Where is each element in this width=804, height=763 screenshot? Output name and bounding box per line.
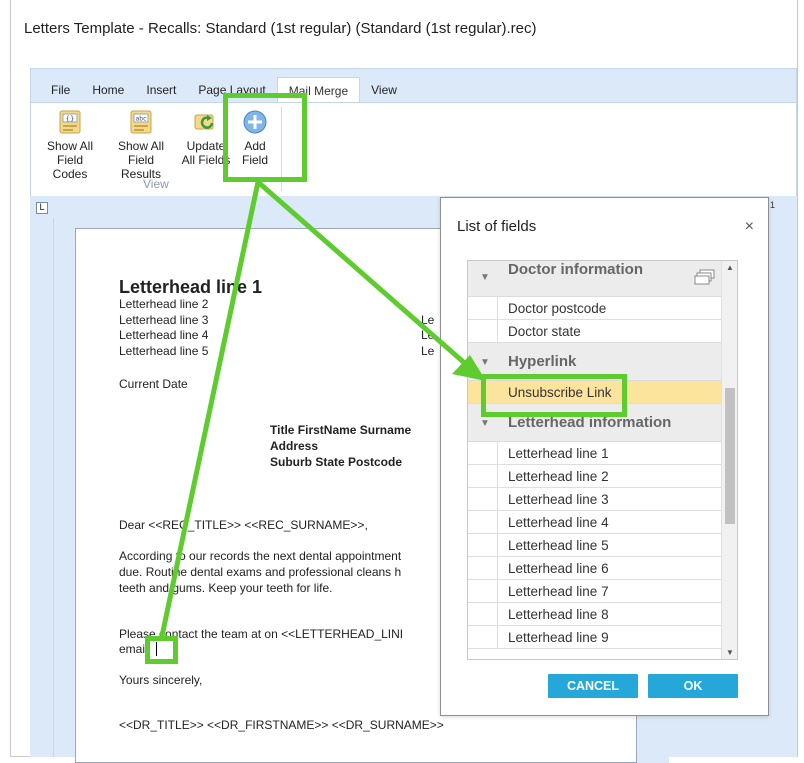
- annotation-arrows: [159, 180, 486, 637]
- arrow-to-cursor: [159, 181, 261, 637]
- arrow-to-field: [256, 180, 470, 368]
